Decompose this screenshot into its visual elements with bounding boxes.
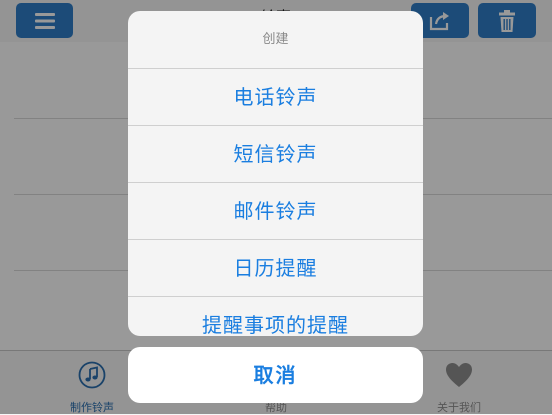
action-mail-ringtone[interactable]: 邮件铃声 [128,183,423,240]
cancel-button[interactable]: 取消 [128,347,423,403]
action-phone-ringtone[interactable]: 电话铃声 [128,69,423,126]
action-sheet: 创建 电话铃声 短信铃声 邮件铃声 日历提醒 提醒事项的提醒 [128,11,423,336]
action-sheet-title: 创建 [128,11,423,69]
action-sms-ringtone[interactable]: 短信铃声 [128,126,423,183]
action-reminder-alert[interactable]: 提醒事项的提醒 [128,297,423,336]
action-calendar-alert[interactable]: 日历提醒 [128,240,423,297]
app-window: 铃声 [0,0,552,415]
